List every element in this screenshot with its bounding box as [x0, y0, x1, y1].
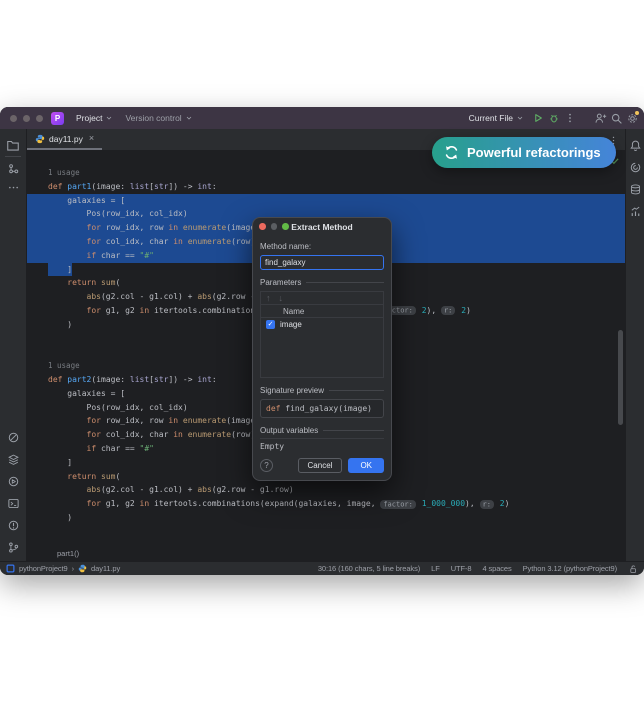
parameters-empty-area [261, 331, 383, 377]
status-item[interactable]: UTF-8 [451, 564, 472, 573]
python-console-icon[interactable] [5, 429, 21, 445]
output-variables-value: Empty [260, 438, 384, 451]
parameters-table: Name ✓ image [260, 304, 384, 378]
minimize-window-icon[interactable] [23, 115, 30, 122]
breadcrumb-separator: › [72, 564, 74, 573]
code-line[interactable]: def part1(image: list[str]) -> int: [27, 180, 625, 194]
window-controls[interactable] [10, 115, 43, 122]
notifications-bell-icon[interactable] [627, 137, 643, 153]
breadcrumb[interactable]: part1() [27, 545, 625, 561]
signature-section-label: Signature preview [260, 386, 384, 395]
run-circle-icon[interactable] [5, 473, 21, 489]
extract-method-dialog: Extract Method Method name: find_galaxy … [252, 217, 392, 481]
code-line[interactable]: 1 usage [27, 166, 625, 180]
code-line[interactable]: ) [27, 511, 625, 525]
version-control-label: Version control [125, 113, 181, 123]
version-control-branch-icon[interactable] [5, 539, 21, 555]
ok-button[interactable]: OK [348, 458, 384, 473]
dialog-title: Extract Method [253, 222, 391, 232]
status-item[interactable]: 4 spaces [482, 564, 511, 573]
left-tool-strip [0, 129, 27, 561]
lock-open-icon[interactable] [628, 564, 638, 574]
move-up-icon[interactable]: ↑ [266, 293, 271, 303]
signature-preview: def find_galaxy(image) [260, 399, 384, 418]
chevron-down-icon [516, 114, 524, 122]
output-section-label: Output variables [260, 426, 384, 435]
status-item[interactable]: Python 3.12 (pythonProject9) [523, 564, 617, 573]
database-icon[interactable] [627, 181, 643, 197]
status-item[interactable]: 30:16 (160 chars, 5 line breaks) [318, 564, 420, 573]
folder-icon[interactable] [5, 137, 21, 153]
parameter-name: image [280, 320, 302, 329]
parameters-toolbar: ↑ ↓ [260, 291, 384, 304]
settings-gear-icon[interactable] [624, 110, 640, 126]
terminal-icon[interactable] [5, 495, 21, 511]
more-icon[interactable] [5, 179, 21, 195]
code-line[interactable]: for g1, g2 in itertools.combinations(exp… [27, 497, 625, 511]
method-name-label: Method name: [260, 242, 384, 251]
code-with-me-icon[interactable] [592, 110, 608, 126]
project-widget[interactable]: Project [70, 107, 119, 129]
tab-label: day11.py [49, 134, 83, 144]
problems-icon[interactable] [5, 517, 21, 533]
parameter-row[interactable]: ✓ image [261, 318, 383, 331]
run-configuration-widget[interactable]: Current File [463, 107, 530, 129]
close-tab-icon[interactable]: × [89, 134, 94, 143]
search-everywhere-icon[interactable] [608, 110, 624, 126]
python-file-icon [78, 564, 87, 573]
coverage-chart-icon[interactable] [627, 203, 643, 219]
parameters-section-label: Parameters [260, 278, 384, 287]
tool-window-square-icon[interactable] [6, 564, 15, 573]
chevron-down-icon [185, 114, 193, 122]
move-down-icon[interactable]: ↓ [279, 293, 284, 303]
banner-label: Powerful refactorings [467, 145, 601, 160]
run-configuration-label: Current File [469, 113, 513, 123]
run-icon[interactable] [530, 110, 546, 126]
cancel-button[interactable]: Cancel [298, 458, 343, 473]
code-line[interactable]: abs(g2.col - g1.col) + abs(g2.row - g1.r… [27, 483, 625, 497]
python-file-icon [35, 134, 45, 144]
status-bar: pythonProject9 › day11.py 30:16 (160 cha… [0, 561, 644, 575]
pycharm-logo[interactable]: P [51, 112, 64, 125]
status-project[interactable]: pythonProject9 [19, 564, 68, 573]
tab-day11-py[interactable]: day11.py × [27, 129, 102, 150]
breadcrumb-label: part1() [30, 549, 79, 558]
main-toolbar: P Project Version control Current File [0, 107, 644, 129]
ide-window: P Project Version control Current File [0, 107, 644, 575]
settings-update-badge [635, 111, 639, 115]
ai-assistant-icon[interactable] [627, 159, 643, 175]
status-item[interactable]: LF [431, 564, 440, 573]
close-window-icon[interactable] [10, 115, 17, 122]
zoom-window-icon[interactable] [36, 115, 43, 122]
strip-divider [5, 156, 21, 157]
parameter-hint: r: [441, 306, 455, 315]
structure-icon[interactable] [5, 160, 21, 176]
version-control-widget[interactable]: Version control [119, 107, 198, 129]
parameter-checkbox[interactable]: ✓ [266, 320, 275, 329]
chevron-down-icon [105, 114, 113, 122]
project-widget-label: Project [76, 113, 102, 123]
right-tool-strip [625, 129, 644, 561]
method-name-value: find_galaxy [265, 258, 305, 267]
more-actions-icon[interactable] [562, 110, 578, 126]
circular-arrows-refactor-icon [443, 144, 460, 161]
editor-scrollbar[interactable] [618, 330, 623, 425]
parameter-hint: factor: [380, 500, 416, 509]
parameters-header: Name [261, 305, 383, 318]
debug-bug-icon[interactable] [546, 110, 562, 126]
parameter-hint: r: [480, 500, 494, 509]
python-packages-icon[interactable] [5, 451, 21, 467]
status-file[interactable]: day11.py [91, 564, 120, 573]
method-name-input[interactable]: find_galaxy [260, 255, 384, 270]
dialog-titlebar: Extract Method [253, 218, 391, 235]
code-line[interactable]: galaxies = [ [27, 194, 625, 208]
help-button[interactable]: ? [260, 459, 273, 472]
refactoring-promo-banner[interactable]: Powerful refactorings [432, 137, 616, 168]
